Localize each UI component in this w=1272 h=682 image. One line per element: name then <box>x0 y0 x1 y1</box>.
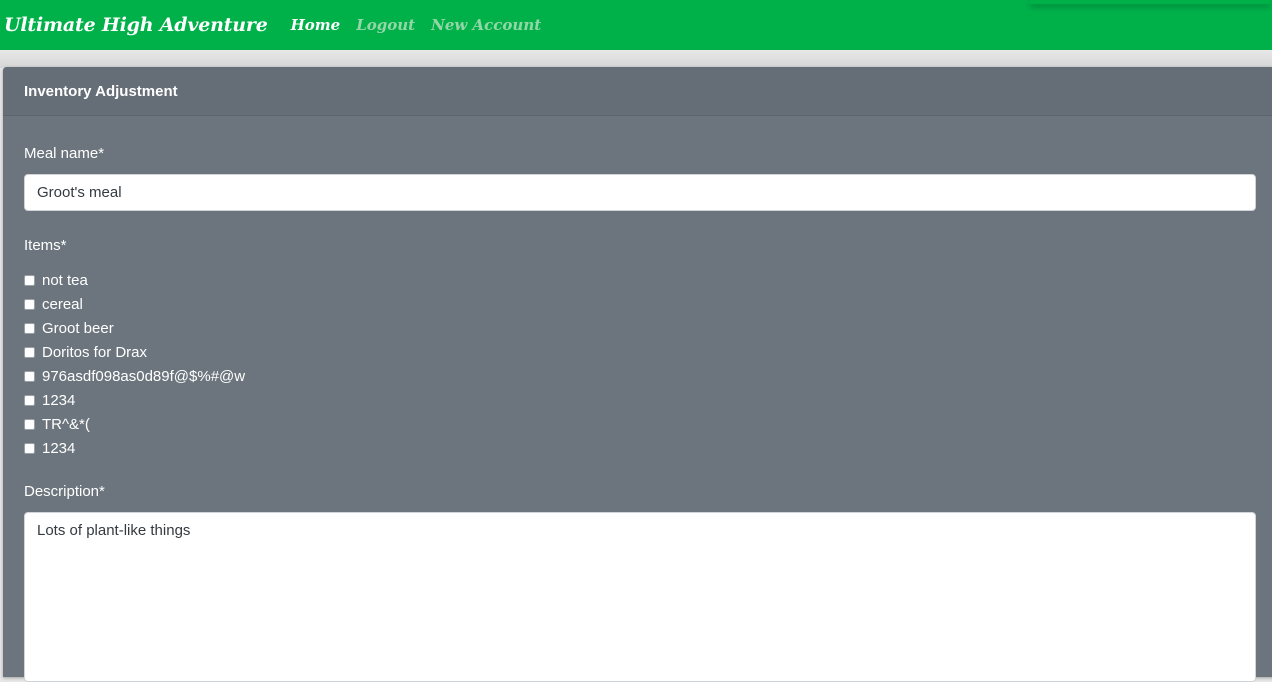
item-option-label: 976asdf098as0d89f@$%#@w <box>42 367 246 385</box>
item-option-label: Groot beer <box>42 319 114 337</box>
item-option[interactable]: not tea <box>24 268 245 292</box>
item-option[interactable]: cereal <box>24 292 245 316</box>
item-option-label: 1234 <box>42 439 76 457</box>
card-title: Inventory Adjustment <box>24 82 178 100</box>
item-option-label: TR^&*( <box>42 415 90 433</box>
card-header: Inventory Adjustment <box>3 67 1272 116</box>
item-option[interactable]: Groot beer <box>24 316 245 340</box>
item-option[interactable]: TR^&*( <box>24 412 245 436</box>
item-option-label: cereal <box>42 295 83 313</box>
nav-link-new-account[interactable]: New Account <box>431 16 541 34</box>
item-checkbox[interactable] <box>24 346 35 358</box>
nav-link-logout[interactable]: Logout <box>356 16 415 34</box>
description-textarea[interactable]: Lots of plant-like things <box>24 512 1256 682</box>
brand-logo[interactable]: Ultimate High Adventure <box>4 14 268 36</box>
nav-shadow <box>1030 0 1270 4</box>
item-checkbox[interactable] <box>24 370 35 382</box>
navbar: Ultimate High Adventure Home Logout New … <box>0 0 1272 50</box>
item-option-label: Doritos for Drax <box>42 343 148 361</box>
item-checkbox[interactable] <box>24 298 35 310</box>
item-option[interactable]: Doritos for Drax <box>24 340 245 364</box>
item-checkbox[interactable] <box>24 418 35 430</box>
nav-link-home[interactable]: Home <box>291 16 341 34</box>
description-label: Description* <box>24 483 105 500</box>
item-checkbox[interactable] <box>24 394 35 406</box>
item-option-label: 1234 <box>42 391 76 409</box>
item-checkbox[interactable] <box>24 442 35 454</box>
inventory-adjustment-card: Inventory Adjustment Meal name* Items* n… <box>3 67 1272 682</box>
meal-name-label: Meal name* <box>24 145 105 162</box>
item-option[interactable]: 976asdf098as0d89f@$%#@w <box>24 364 245 388</box>
item-checkbox[interactable] <box>24 274 35 286</box>
item-option[interactable]: 1234 <box>24 388 245 412</box>
item-option-label: not tea <box>42 271 88 289</box>
item-checkbox[interactable] <box>24 322 35 334</box>
item-option[interactable]: 1234 <box>24 436 245 460</box>
items-checkbox-list: not tea cereal Groot beer Doritos for Dr… <box>24 268 245 460</box>
page-background-band <box>0 50 1272 68</box>
meal-name-input[interactable] <box>24 174 1256 211</box>
items-label: Items* <box>24 237 67 254</box>
